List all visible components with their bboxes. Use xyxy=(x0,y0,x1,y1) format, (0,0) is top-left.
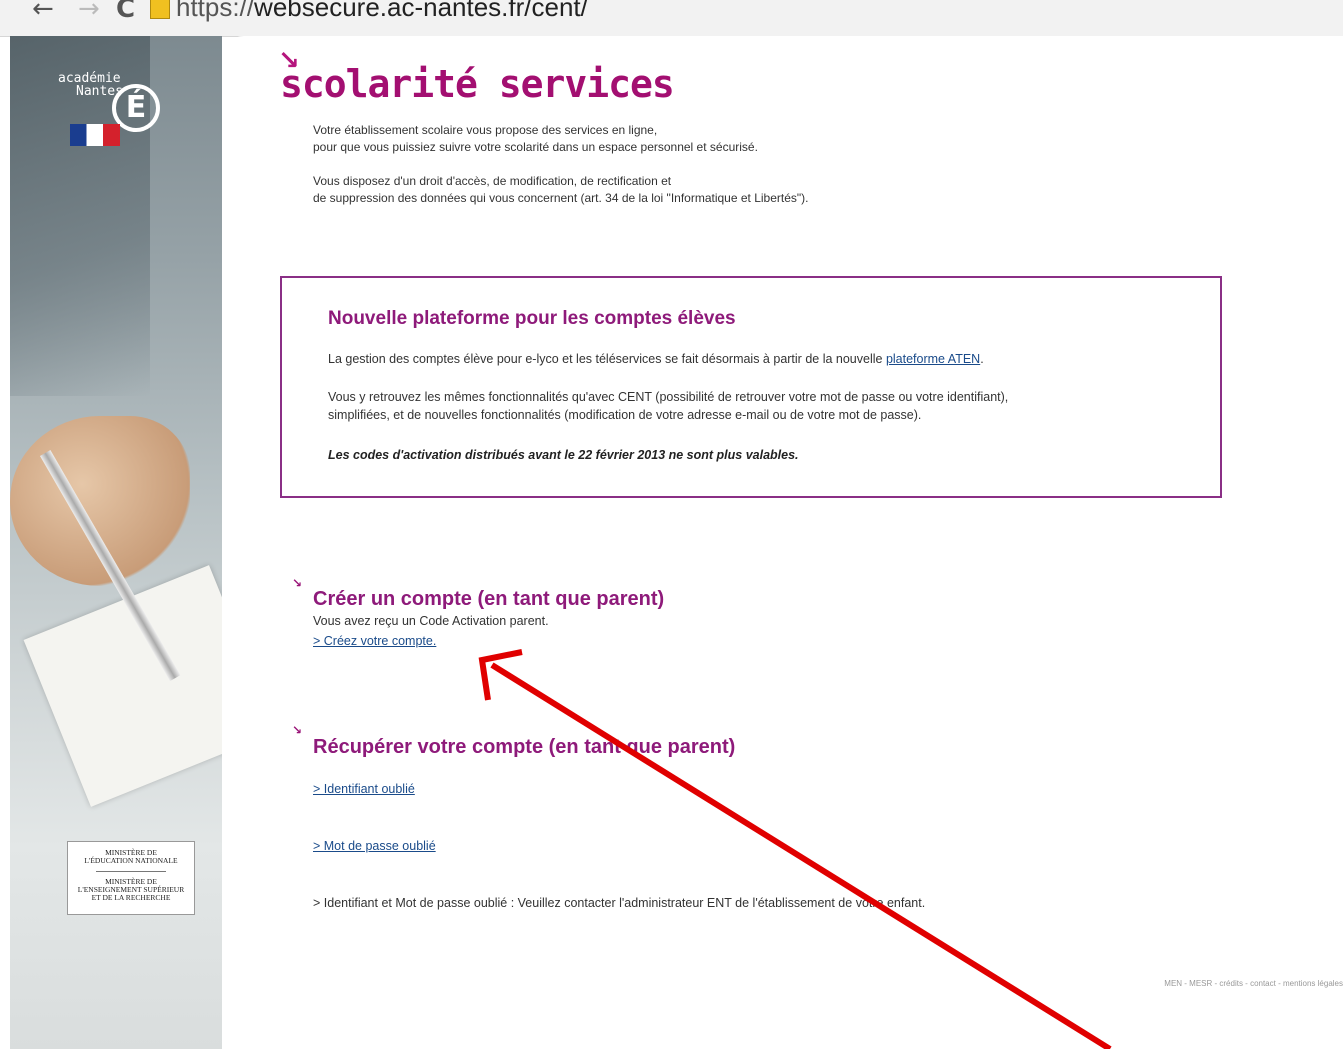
warning-lock-icon xyxy=(150,0,170,20)
footer-links[interactable]: MEN - MESR - crédits - contact - mention… xyxy=(1164,979,1343,988)
reload-button[interactable]: C xyxy=(116,0,135,24)
notice-paragraph-2: Vous y retrouvez les mêmes fonctionnalit… xyxy=(328,390,1009,422)
create-account-link-row: > Créez votre compte. xyxy=(313,634,436,648)
ministry-logo: MINISTÈRE DE L'ÉDUCATION NATIONALE MINIS… xyxy=(67,841,195,915)
forgot-id-link[interactable]: > Identifiant oublié xyxy=(313,782,415,796)
forgot-id-row: > Identifiant oublié xyxy=(313,782,415,796)
create-account-title: Créer un compte (en tant que parent) xyxy=(313,588,665,610)
address-bar[interactable]: https://websecure.ac-nantes.fr/cent/ xyxy=(150,0,588,23)
academie-logo-text: académie Nantes xyxy=(58,71,123,99)
browser-toolbar: ← → C https://websecure.ac-nantes.fr/cen… xyxy=(0,0,1343,37)
forgot-password-row: > Mot de passe oublié xyxy=(313,839,436,853)
url-scheme: https:// xyxy=(176,0,255,22)
aten-platform-link[interactable]: plateforme ATEN xyxy=(886,352,980,366)
intro-text: Votre établissement scolaire vous propos… xyxy=(313,123,809,205)
create-account-link[interactable]: > Créez votre compte. xyxy=(313,634,436,648)
back-button[interactable]: ← xyxy=(32,0,54,24)
forward-button[interactable]: → xyxy=(78,0,100,24)
notice-paragraph-1: La gestion des comptes élève pour e-lyco… xyxy=(328,352,984,366)
recover-account-title: Récupérer votre compte (en tant que pare… xyxy=(313,736,736,758)
recover-section-arrow-icon: ↘ xyxy=(292,723,303,737)
url-host: websecure.ac-nantes.fr/cent/ xyxy=(254,0,588,22)
forgot-password-link[interactable]: > Mot de passe oublié xyxy=(313,839,436,853)
sidebar-photo: académie Nantes É MINISTÈRE DE L'ÉDUCATI… xyxy=(10,36,277,1049)
french-flag-icon xyxy=(70,124,120,146)
notice-warning: Les codes d'activation distribués avant … xyxy=(328,448,799,462)
page-title: scolarité services xyxy=(280,62,675,106)
forgot-both-text: > Identifiant et Mot de passe oublié : V… xyxy=(313,896,926,910)
create-account-subtitle: Vous avez reçu un Code Activation parent… xyxy=(313,614,549,628)
notice-box: Nouvelle plateforme pour les comptes élè… xyxy=(280,276,1222,498)
create-section-arrow-icon: ↘ xyxy=(292,576,303,590)
notice-title: Nouvelle plateforme pour les comptes élè… xyxy=(328,308,736,329)
main-content: ↘ scolarité services Votre établissement… xyxy=(222,36,1343,1049)
